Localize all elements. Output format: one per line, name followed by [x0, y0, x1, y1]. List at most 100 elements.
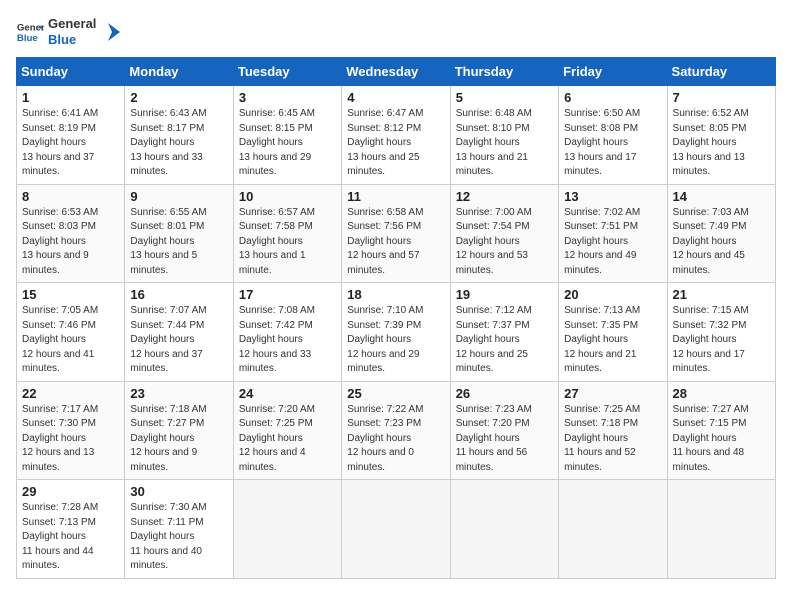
day-info: Sunrise: 7:28 AM Sunset: 7:13 PM Dayligh…	[22, 501, 119, 574]
header-thursday: Thursday	[450, 58, 558, 86]
logo-arrow-icon	[100, 21, 122, 43]
day-number: 8	[22, 189, 119, 204]
day-info: Sunrise: 7:23 AM Sunset: 7:20 PM Dayligh…	[456, 403, 553, 476]
table-row: 10 Sunrise: 6:57 AM Sunset: 7:58 PM Dayl…	[233, 184, 341, 283]
day-info: Sunrise: 7:17 AM Sunset: 7:30 PM Dayligh…	[22, 403, 119, 476]
table-row: 22 Sunrise: 7:17 AM Sunset: 7:30 PM Dayl…	[17, 381, 125, 480]
day-number: 19	[456, 287, 553, 302]
day-number: 14	[673, 189, 770, 204]
day-number: 22	[22, 386, 119, 401]
table-row: 1 Sunrise: 6:41 AM Sunset: 8:19 PM Dayli…	[17, 86, 125, 185]
day-info: Sunrise: 6:47 AM Sunset: 8:12 PM Dayligh…	[347, 107, 444, 180]
day-number: 13	[564, 189, 661, 204]
table-row: 24 Sunrise: 7:20 AM Sunset: 7:25 PM Dayl…	[233, 381, 341, 480]
table-row: 25 Sunrise: 7:22 AM Sunset: 7:23 PM Dayl…	[342, 381, 450, 480]
day-info: Sunrise: 7:22 AM Sunset: 7:23 PM Dayligh…	[347, 403, 444, 476]
table-row: 13 Sunrise: 7:02 AM Sunset: 7:51 PM Dayl…	[559, 184, 667, 283]
table-row: 27 Sunrise: 7:25 AM Sunset: 7:18 PM Dayl…	[559, 381, 667, 480]
day-info: Sunrise: 7:12 AM Sunset: 7:37 PM Dayligh…	[456, 304, 553, 377]
page-header: General Blue General Blue	[16, 16, 776, 47]
day-info: Sunrise: 6:52 AM Sunset: 8:05 PM Dayligh…	[673, 107, 770, 180]
header-tuesday: Tuesday	[233, 58, 341, 86]
table-row: 19 Sunrise: 7:12 AM Sunset: 7:37 PM Dayl…	[450, 283, 558, 382]
day-number: 25	[347, 386, 444, 401]
table-row: 9 Sunrise: 6:55 AM Sunset: 8:01 PM Dayli…	[125, 184, 233, 283]
table-row: 30 Sunrise: 7:30 AM Sunset: 7:11 PM Dayl…	[125, 480, 233, 579]
table-row: 12 Sunrise: 7:00 AM Sunset: 7:54 PM Dayl…	[450, 184, 558, 283]
day-info: Sunrise: 7:10 AM Sunset: 7:39 PM Dayligh…	[347, 304, 444, 377]
weekday-header-row: Sunday Monday Tuesday Wednesday Thursday…	[17, 58, 776, 86]
day-info: Sunrise: 6:41 AM Sunset: 8:19 PM Dayligh…	[22, 107, 119, 180]
day-info: Sunrise: 7:15 AM Sunset: 7:32 PM Dayligh…	[673, 304, 770, 377]
logo-blue: Blue	[48, 32, 96, 48]
logo-icon: General Blue	[16, 18, 44, 46]
day-number: 4	[347, 90, 444, 105]
day-number: 18	[347, 287, 444, 302]
table-row: 3 Sunrise: 6:45 AM Sunset: 8:15 PM Dayli…	[233, 86, 341, 185]
day-number: 21	[673, 287, 770, 302]
logo: General Blue General Blue	[16, 16, 122, 47]
day-number: 29	[22, 484, 119, 499]
day-info: Sunrise: 6:43 AM Sunset: 8:17 PM Dayligh…	[130, 107, 227, 180]
day-info: Sunrise: 7:30 AM Sunset: 7:11 PM Dayligh…	[130, 501, 227, 574]
header-wednesday: Wednesday	[342, 58, 450, 86]
table-row: 8 Sunrise: 6:53 AM Sunset: 8:03 PM Dayli…	[17, 184, 125, 283]
calendar-table: Sunday Monday Tuesday Wednesday Thursday…	[16, 57, 776, 579]
table-row: 16 Sunrise: 7:07 AM Sunset: 7:44 PM Dayl…	[125, 283, 233, 382]
day-number: 26	[456, 386, 553, 401]
day-number: 24	[239, 386, 336, 401]
day-info: Sunrise: 7:13 AM Sunset: 7:35 PM Dayligh…	[564, 304, 661, 377]
day-number: 5	[456, 90, 553, 105]
day-number: 10	[239, 189, 336, 204]
table-row	[342, 480, 450, 579]
table-row: 5 Sunrise: 6:48 AM Sunset: 8:10 PM Dayli…	[450, 86, 558, 185]
table-row: 23 Sunrise: 7:18 AM Sunset: 7:27 PM Dayl…	[125, 381, 233, 480]
day-info: Sunrise: 7:25 AM Sunset: 7:18 PM Dayligh…	[564, 403, 661, 476]
day-info: Sunrise: 7:00 AM Sunset: 7:54 PM Dayligh…	[456, 206, 553, 279]
header-sunday: Sunday	[17, 58, 125, 86]
day-info: Sunrise: 7:02 AM Sunset: 7:51 PM Dayligh…	[564, 206, 661, 279]
day-number: 1	[22, 90, 119, 105]
table-row: 14 Sunrise: 7:03 AM Sunset: 7:49 PM Dayl…	[667, 184, 775, 283]
day-info: Sunrise: 6:45 AM Sunset: 8:15 PM Dayligh…	[239, 107, 336, 180]
table-row: 11 Sunrise: 6:58 AM Sunset: 7:56 PM Dayl…	[342, 184, 450, 283]
calendar-row: 29 Sunrise: 7:28 AM Sunset: 7:13 PM Dayl…	[17, 480, 776, 579]
table-row: 18 Sunrise: 7:10 AM Sunset: 7:39 PM Dayl…	[342, 283, 450, 382]
day-number: 6	[564, 90, 661, 105]
table-row	[667, 480, 775, 579]
day-info: Sunrise: 7:27 AM Sunset: 7:15 PM Dayligh…	[673, 403, 770, 476]
day-info: Sunrise: 6:50 AM Sunset: 8:08 PM Dayligh…	[564, 107, 661, 180]
day-number: 9	[130, 189, 227, 204]
day-number: 2	[130, 90, 227, 105]
table-row: 15 Sunrise: 7:05 AM Sunset: 7:46 PM Dayl…	[17, 283, 125, 382]
day-info: Sunrise: 7:05 AM Sunset: 7:46 PM Dayligh…	[22, 304, 119, 377]
day-number: 30	[130, 484, 227, 499]
day-number: 27	[564, 386, 661, 401]
table-row: 17 Sunrise: 7:08 AM Sunset: 7:42 PM Dayl…	[233, 283, 341, 382]
calendar-row: 22 Sunrise: 7:17 AM Sunset: 7:30 PM Dayl…	[17, 381, 776, 480]
day-info: Sunrise: 6:53 AM Sunset: 8:03 PM Dayligh…	[22, 206, 119, 279]
table-row: 26 Sunrise: 7:23 AM Sunset: 7:20 PM Dayl…	[450, 381, 558, 480]
calendar-row: 15 Sunrise: 7:05 AM Sunset: 7:46 PM Dayl…	[17, 283, 776, 382]
table-row: 29 Sunrise: 7:28 AM Sunset: 7:13 PM Dayl…	[17, 480, 125, 579]
day-info: Sunrise: 7:18 AM Sunset: 7:27 PM Dayligh…	[130, 403, 227, 476]
table-row	[233, 480, 341, 579]
day-info: Sunrise: 6:58 AM Sunset: 7:56 PM Dayligh…	[347, 206, 444, 279]
table-row: 20 Sunrise: 7:13 AM Sunset: 7:35 PM Dayl…	[559, 283, 667, 382]
logo-general: General	[48, 16, 96, 32]
day-number: 7	[673, 90, 770, 105]
day-info: Sunrise: 6:48 AM Sunset: 8:10 PM Dayligh…	[456, 107, 553, 180]
header-monday: Monday	[125, 58, 233, 86]
table-row: 28 Sunrise: 7:27 AM Sunset: 7:15 PM Dayl…	[667, 381, 775, 480]
day-info: Sunrise: 7:20 AM Sunset: 7:25 PM Dayligh…	[239, 403, 336, 476]
day-number: 23	[130, 386, 227, 401]
day-info: Sunrise: 6:55 AM Sunset: 8:01 PM Dayligh…	[130, 206, 227, 279]
header-saturday: Saturday	[667, 58, 775, 86]
calendar-row: 1 Sunrise: 6:41 AM Sunset: 8:19 PM Dayli…	[17, 86, 776, 185]
table-row	[559, 480, 667, 579]
day-info: Sunrise: 7:08 AM Sunset: 7:42 PM Dayligh…	[239, 304, 336, 377]
day-info: Sunrise: 7:03 AM Sunset: 7:49 PM Dayligh…	[673, 206, 770, 279]
header-friday: Friday	[559, 58, 667, 86]
day-number: 28	[673, 386, 770, 401]
day-number: 11	[347, 189, 444, 204]
